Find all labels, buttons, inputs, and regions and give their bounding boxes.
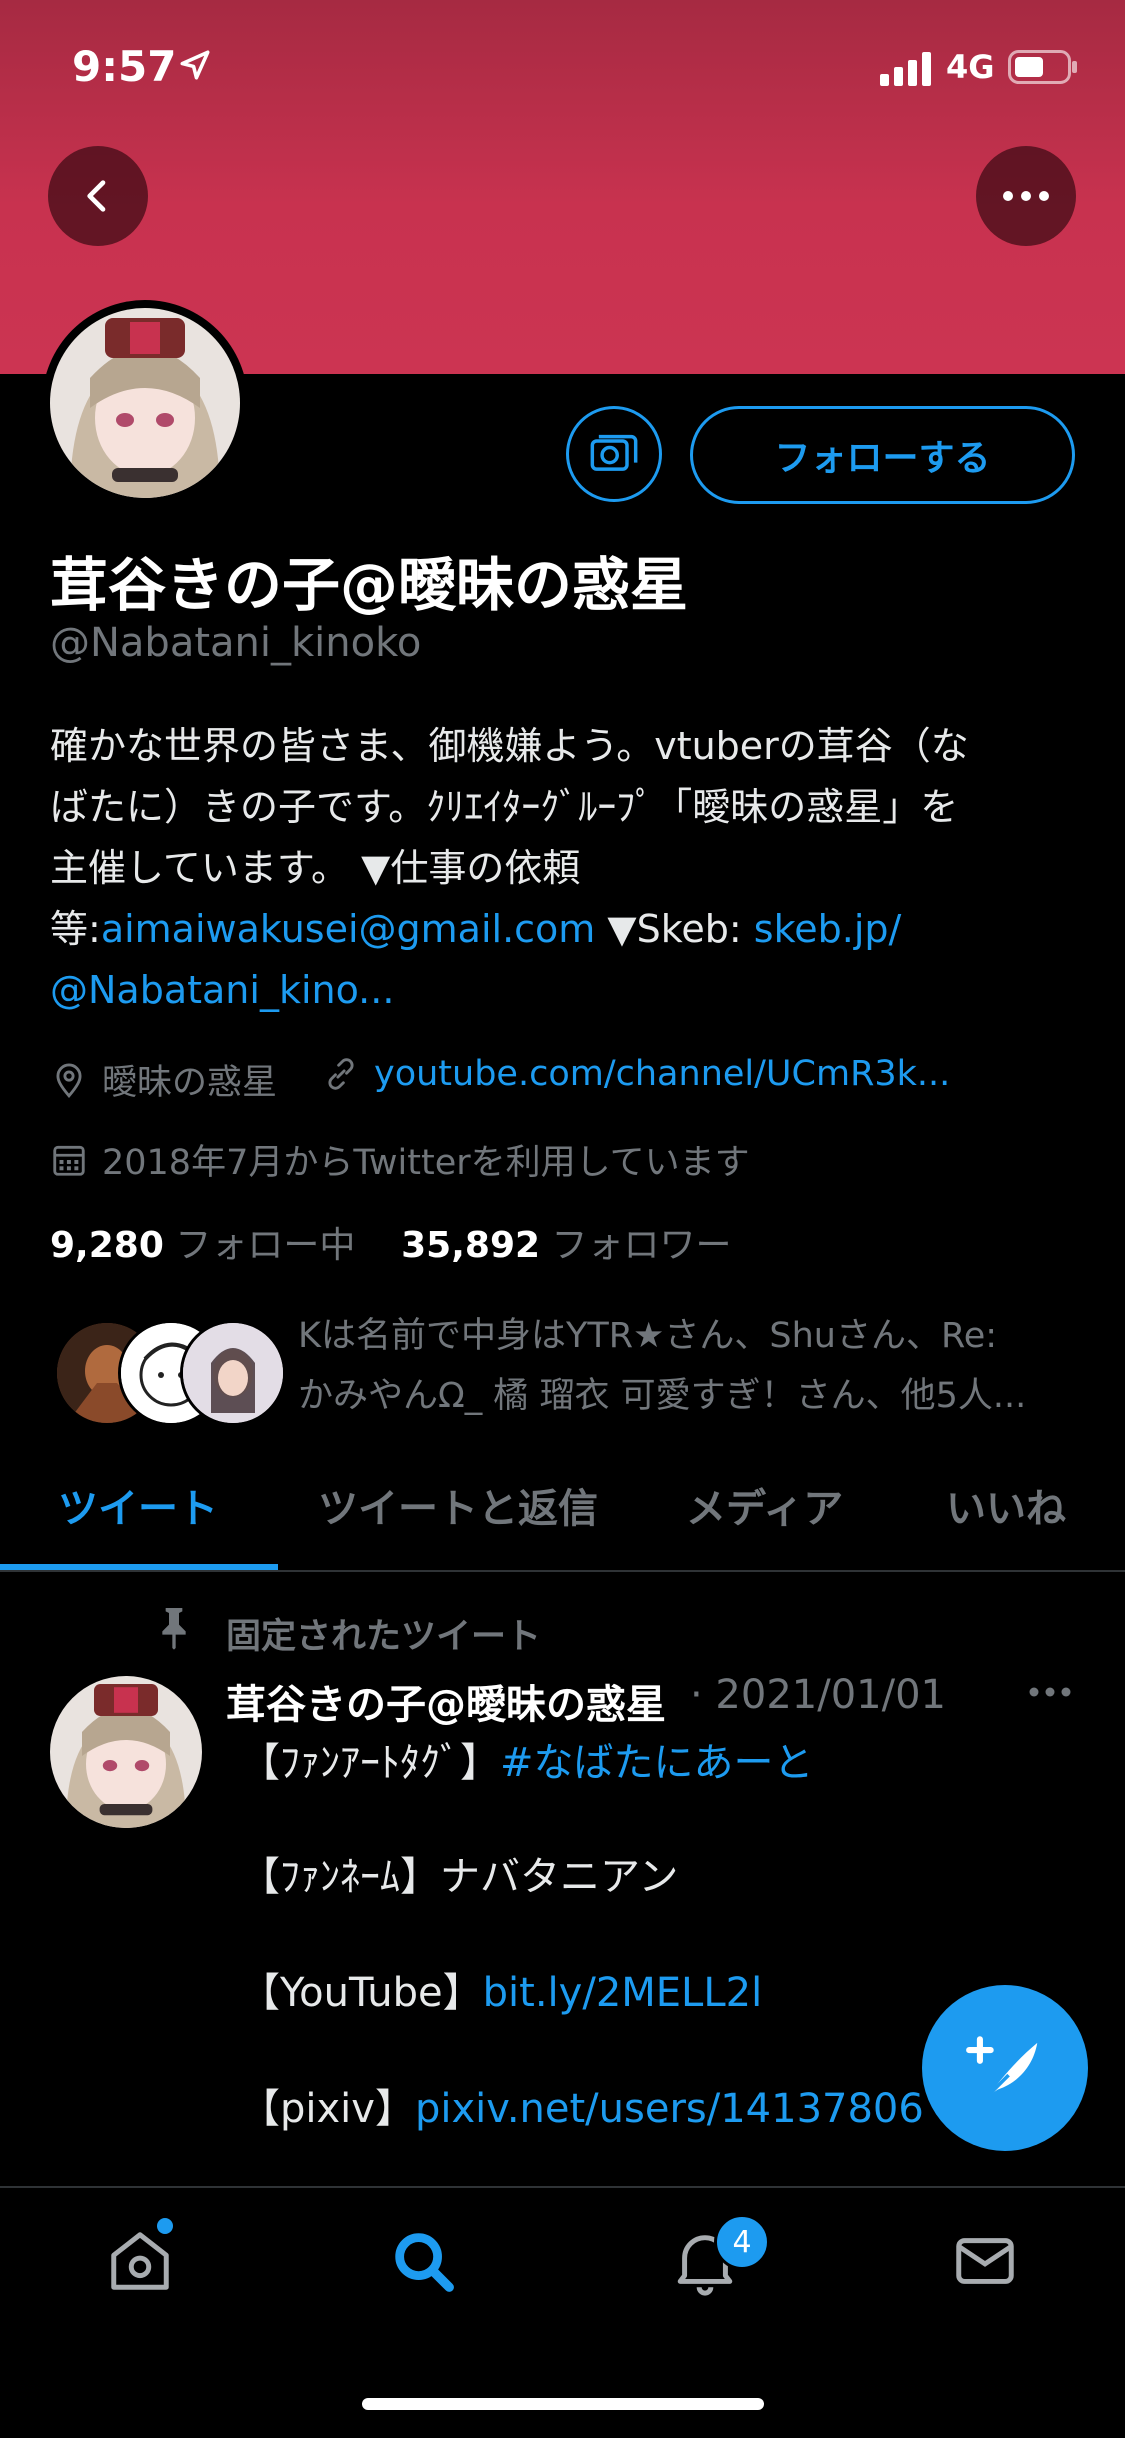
- tab-tweets-replies[interactable]: ツイートと返信: [318, 1476, 598, 1534]
- tweet-line: 【ﾌｧﾝｱｰﾄﾀｸﾞ】#なばたにあーと: [240, 1730, 814, 1788]
- pinned-label: 固定されたツイート: [226, 1617, 542, 1657]
- profile-bio: 確かな世界の皆さま、御機嫌よう。vtuberの茸谷（な ばたに）きの子です。ｸﾘ…: [50, 716, 1080, 1021]
- bio-line: 主催しています。 ▼仕事の依頼: [50, 846, 581, 890]
- network-type: 4G: [946, 48, 995, 86]
- tweet-text: 【YouTube】: [240, 1970, 483, 2016]
- tab-divider: [0, 1570, 1125, 1572]
- tweet-line: 【ﾌｧﾝﾈｰﾑ】ナバタニアン: [240, 1854, 679, 1900]
- notification-badge: 4: [714, 2214, 770, 2270]
- home-new-indicator: [157, 2218, 173, 2234]
- tweet-text: 【ﾌｧﾝｱｰﾄﾀｸﾞ】: [240, 1740, 500, 1786]
- calendar-icon: [53, 1145, 85, 1176]
- following-count: 9,280: [50, 1225, 164, 1266]
- pixiv-link[interactable]: pixiv.net/users/14137806: [415, 2086, 924, 2132]
- location-text: 曖昧の惑星: [102, 1063, 278, 1103]
- followed-by-line: かみやんΩ_ 橘 瑠衣 可愛すぎ！さん、他5人...: [298, 1376, 1027, 1416]
- joined-text: 2018年7月からTwitterを利用しています: [102, 1143, 750, 1183]
- bio-line: ばたに）きの子です。ｸﾘｴｲﾀｰｸﾞﾙｰﾌﾟ「曖昧の惑星」を: [50, 785, 959, 829]
- notify-button[interactable]: [566, 406, 662, 502]
- back-icon: [87, 180, 106, 212]
- pin-icon: [162, 1608, 186, 1650]
- location-arrow-icon: [180, 50, 210, 80]
- link-icon: [328, 1058, 354, 1090]
- followers-count: 35,892: [401, 1225, 541, 1266]
- back-button[interactable]: [48, 146, 148, 246]
- website-row[interactable]: youtube.com/channel/UCmR3k...: [322, 1054, 950, 1094]
- tweet-line: 【YouTube】bit.ly/2MELL2l: [240, 1960, 762, 2018]
- compose-icon: [966, 2036, 1038, 2098]
- compose-button[interactable]: [922, 1985, 1088, 2151]
- more-icon: [1003, 191, 1049, 201]
- youtube-link[interactable]: bit.ly/2MELL2l: [483, 1970, 763, 2016]
- tab-media[interactable]: メディア: [686, 1476, 843, 1534]
- follow-button[interactable]: フォローする: [690, 406, 1075, 504]
- signal-icon: [880, 52, 931, 86]
- tweet-text: 【pixiv】: [240, 2086, 415, 2132]
- bio-line: 確かな世界の皆さま、御機嫌よう。vtuberの茸谷（な: [50, 724, 969, 768]
- location-icon: [56, 1063, 82, 1098]
- followers-link[interactable]: 35,892 フォロワー: [401, 1225, 731, 1266]
- search-icon[interactable]: [388, 2226, 458, 2296]
- followed-by-line: Kは名前で中身はYTR★さん、Shuさん、Re:: [298, 1316, 998, 1356]
- hashtag-link[interactable]: #なばたにあーと: [500, 1740, 814, 1786]
- camera-icon: [590, 434, 638, 471]
- profile-name: 茸谷きの子@曖昧の惑星: [50, 551, 689, 619]
- battery-icon: [1008, 50, 1077, 84]
- tweet-avatar[interactable]: [50, 1676, 202, 1828]
- tab-likes[interactable]: いいね: [946, 1476, 1066, 1534]
- tab-tweets[interactable]: ツイート: [58, 1476, 218, 1534]
- joined-row: 2018年7月からTwitterを利用しています: [50, 1134, 750, 1185]
- tweet-line: 【pixiv】pixiv.net/users/14137806: [240, 2076, 924, 2134]
- tweet-more-icon[interactable]: [1028, 1686, 1072, 1698]
- tweet-date[interactable]: · 2021/01/01: [690, 1672, 946, 1718]
- followers-label: フォロワー: [551, 1225, 732, 1266]
- following-label: フォロー中: [175, 1225, 356, 1266]
- followed-by-text[interactable]: Kは名前で中身はYTR★さん、Shuさん、Re: かみやんΩ_ 橘 瑠衣 可愛す…: [298, 1306, 1078, 1426]
- status-time: 9:57: [72, 42, 177, 91]
- follow-counts: 9,280 フォロー中 35,892 フォロワー: [50, 1216, 732, 1268]
- website-link[interactable]: youtube.com/channel/UCmR3k...: [374, 1054, 950, 1094]
- home-indicator: [362, 2398, 764, 2410]
- tweet-author[interactable]: 茸谷きの子@曖昧の惑星: [226, 1672, 666, 1730]
- email-link[interactable]: aimaiwakusei@gmail.com: [101, 907, 596, 951]
- follower-avatar: [180, 1320, 286, 1426]
- profile-avatar[interactable]: [42, 300, 248, 506]
- more-options-button[interactable]: [976, 146, 1076, 246]
- bio-text: ▼Skeb:: [595, 907, 754, 951]
- skeb-link[interactable]: skeb.jp/: [754, 907, 902, 951]
- home-icon[interactable]: [105, 2226, 175, 2296]
- avatar-image: [50, 308, 240, 498]
- skeb-link-continued[interactable]: @Nabatani_kino...: [50, 960, 1080, 1021]
- location-row: 曖昧の惑星: [50, 1054, 277, 1105]
- following-link[interactable]: 9,280 フォロー中: [50, 1225, 355, 1266]
- bio-text: 等:: [50, 907, 101, 951]
- mail-icon[interactable]: [950, 2226, 1020, 2296]
- avatar-image: [50, 1676, 202, 1828]
- profile-handle: @Nabatani_kinoko: [50, 620, 422, 666]
